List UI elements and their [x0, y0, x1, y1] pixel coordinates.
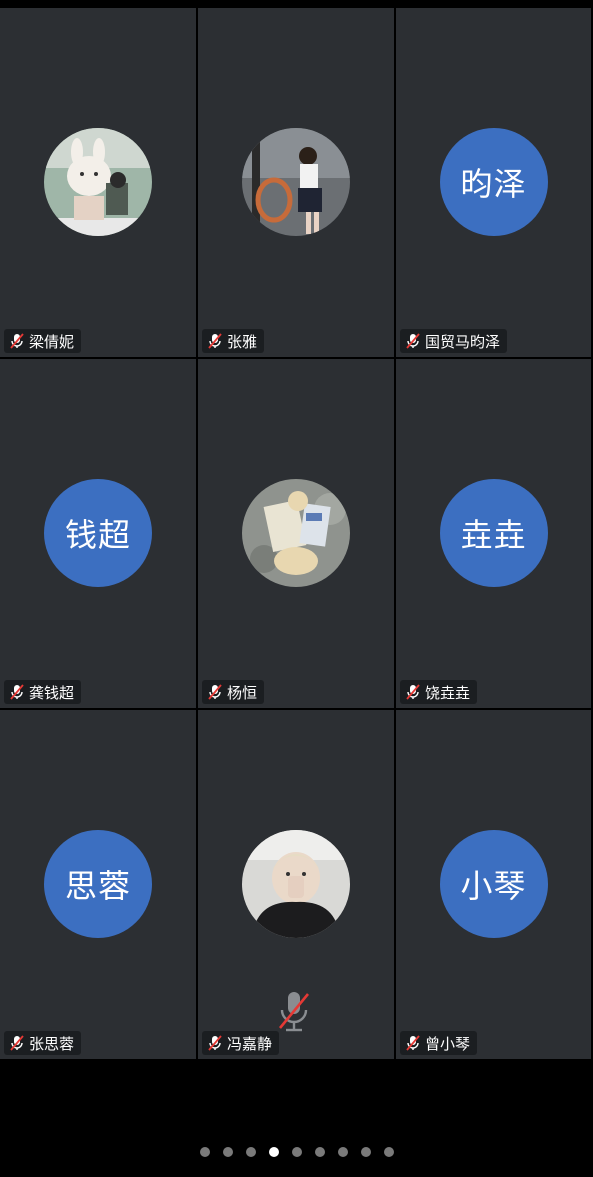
- participant-tile[interactable]: 昀泽 国贸马昀泽: [396, 8, 591, 357]
- mic-muted-icon: [278, 992, 310, 1032]
- participant-tile[interactable]: 梁倩妮: [0, 8, 196, 357]
- page-dot[interactable]: [245, 1147, 256, 1157]
- participant-avatar-photo: [242, 128, 350, 236]
- name-tag: 饶垚垚: [400, 680, 478, 704]
- participant-name: 曾小琴: [425, 1034, 471, 1053]
- participant-name: 国贸马昀泽: [425, 332, 501, 351]
- participant-avatar-initials: 小琴: [439, 830, 548, 938]
- page-dot-active[interactable]: [268, 1147, 279, 1157]
- mic-off-icon: [208, 684, 222, 700]
- participant-name: 张思蓉: [29, 1034, 75, 1053]
- name-tag: 龚钱超: [4, 680, 82, 704]
- mic-off-icon: [10, 1035, 24, 1051]
- mic-off-icon: [10, 684, 24, 700]
- mic-off-icon: [406, 684, 420, 700]
- participant-tile[interactable]: 垚垚 饶垚垚: [396, 359, 591, 708]
- participant-tile[interactable]: 张雅: [198, 8, 394, 357]
- participant-name: 张雅: [227, 332, 258, 351]
- mic-off-icon: [208, 333, 222, 349]
- participant-tile[interactable]: 思蓉 张思蓉: [0, 710, 196, 1059]
- participant-name: 梁倩妮: [29, 332, 75, 351]
- video-call-screen: 梁倩妮 张雅 昀泽 国贸马昀泽 钱超 龚钱超 杨恒 垚垚 饶垚垚 思蓉 张思蓉 …: [0, 0, 593, 1177]
- page-dot[interactable]: [383, 1147, 394, 1157]
- page-dot[interactable]: [291, 1147, 302, 1157]
- name-tag: 杨恒: [202, 680, 265, 704]
- name-tag: 国贸马昀泽: [400, 329, 508, 353]
- participant-grid: 梁倩妮 张雅 昀泽 国贸马昀泽 钱超 龚钱超 杨恒 垚垚 饶垚垚 思蓉 张思蓉 …: [0, 8, 593, 1059]
- mic-off-icon: [10, 333, 24, 349]
- page-dot[interactable]: [360, 1147, 371, 1157]
- participant-avatar-photo: [44, 128, 152, 236]
- participant-name: 龚钱超: [29, 683, 75, 702]
- page-dot[interactable]: [337, 1147, 348, 1157]
- participant-avatar-photo: [242, 479, 350, 587]
- participant-tile[interactable]: 钱超 龚钱超: [0, 359, 196, 708]
- participant-name: 饶垚垚: [425, 683, 471, 702]
- name-tag: 曾小琴: [400, 1031, 478, 1055]
- participant-tile[interactable]: 小琴 曾小琴: [396, 710, 591, 1059]
- page-dot[interactable]: [199, 1147, 210, 1157]
- mic-off-icon: [406, 333, 420, 349]
- name-tag: 张雅: [202, 329, 265, 353]
- mic-off-icon: [406, 1035, 420, 1051]
- participant-name: 冯嘉静: [227, 1034, 273, 1053]
- mic-off-icon: [208, 1035, 222, 1051]
- participant-avatar-initials: 昀泽: [439, 128, 548, 236]
- page-indicator[interactable]: [0, 1147, 593, 1157]
- page-dot[interactable]: [222, 1147, 233, 1157]
- name-tag: 张思蓉: [4, 1031, 82, 1055]
- participant-tile[interactable]: 冯嘉静: [198, 710, 394, 1059]
- participant-avatar-initials: 思蓉: [44, 830, 152, 938]
- page-dot[interactable]: [314, 1147, 325, 1157]
- name-tag: 梁倩妮: [4, 329, 82, 353]
- name-tag: 冯嘉静: [202, 1031, 280, 1055]
- participant-avatar-photo: [242, 830, 350, 938]
- participant-name: 杨恒: [227, 683, 258, 702]
- participant-tile[interactable]: 杨恒: [198, 359, 394, 708]
- participant-avatar-initials: 钱超: [44, 479, 152, 587]
- participant-avatar-initials: 垚垚: [439, 479, 548, 587]
